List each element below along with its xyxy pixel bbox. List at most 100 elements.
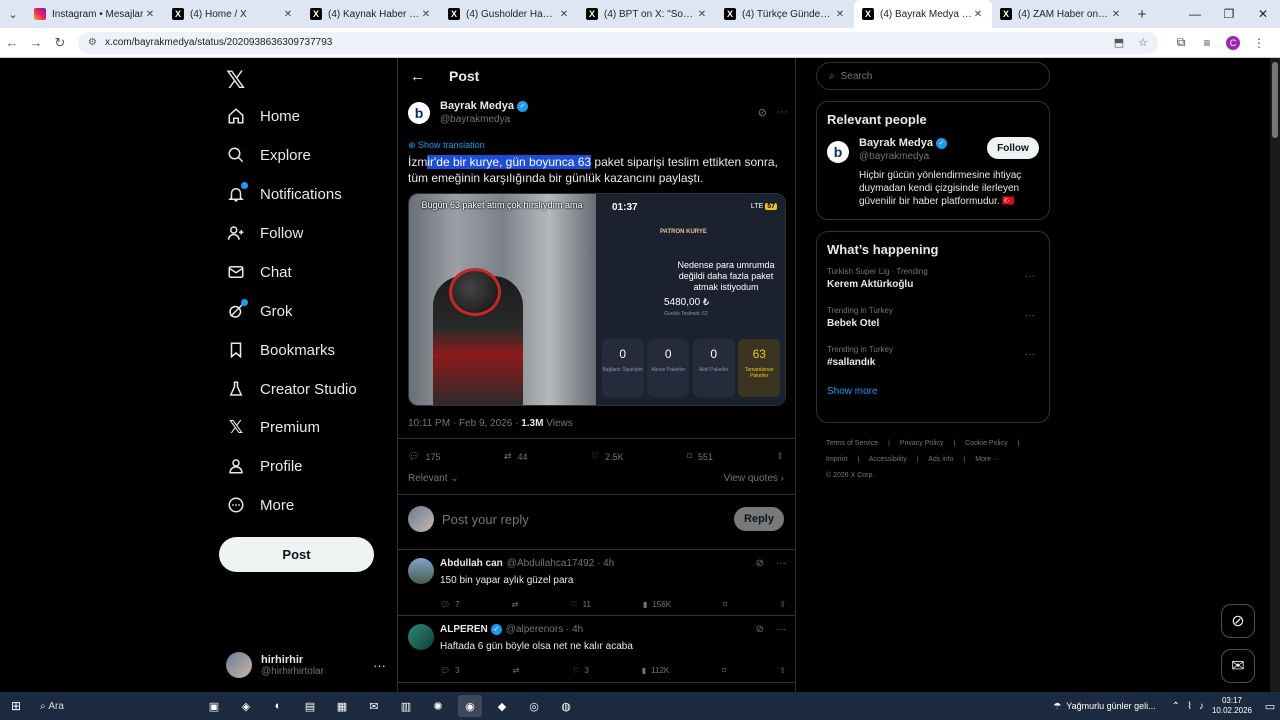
tab-kaynak[interactable]: X (4) Kaynak Haber on X: "S ✕ [302, 0, 440, 28]
profile-avatar[interactable]: C [1226, 35, 1240, 50]
reply-item[interactable]: ALPEREN ✓ @alperenors · 4h ⊘ ··· Haftada … [408, 624, 786, 675]
avatar[interactable]: b [827, 141, 849, 163]
scrollbar-thumb[interactable] [1272, 62, 1278, 138]
minimize-button[interactable]: — [1178, 7, 1212, 21]
view-quotes-link[interactable]: View quotes › [724, 473, 784, 484]
scrollbar[interactable] [1270, 58, 1280, 692]
volume-icon[interactable]: ♪ [1199, 701, 1204, 712]
nav-follow[interactable]: Follow [226, 217, 303, 249]
nav-more[interactable]: More [226, 489, 294, 521]
site-info-icon[interactable]: ⚙ [88, 37, 97, 48]
footer-link[interactable]: Privacy Policy [900, 440, 944, 447]
reload-button[interactable]: ↻ [48, 35, 72, 51]
tab-turkce-gundem[interactable]: X (4) Türkçe Gündem on X: ✕ [716, 0, 854, 28]
reply-handle[interactable]: @Abdullahca17492 · 4h [507, 558, 614, 569]
tab-search-button[interactable]: ⌄ [0, 0, 26, 28]
bookmark-action[interactable]: ⌑ [722, 666, 726, 675]
footer-link[interactable]: More ··· [975, 456, 1000, 463]
close-icon[interactable]: ✕ [834, 9, 846, 20]
x-logo-icon[interactable]: 𝕏 [226, 66, 245, 95]
post-media[interactable]: Bugün 63 paket atım çok hırslıydım ama 0… [408, 193, 786, 406]
clock[interactable]: 03:17 10.02.2026 [1212, 696, 1252, 716]
edge-icon[interactable]: ◐ [266, 695, 290, 717]
back-arrow-icon[interactable]: ← [410, 68, 425, 85]
app-screenshot[interactable]: 01:37 LTE 57 PATRON KURYE Nedense para u… [596, 194, 785, 405]
app-icon[interactable]: ▥ [394, 695, 418, 717]
views-action[interactable]: ▮ 112K [642, 666, 670, 675]
back-button[interactable]: ← [0, 35, 24, 50]
nav-explore[interactable]: Explore [226, 139, 311, 171]
weather-widget[interactable]: ☂ Yağmurlu günler geli... [1053, 701, 1155, 712]
grok-icon[interactable]: ⊘ [758, 106, 767, 119]
search-input[interactable]: ⌕ Search [816, 62, 1050, 90]
tab-gusholder[interactable]: X (4) Gusholder Haber Bülte ✕ [440, 0, 578, 28]
like-action[interactable]: ♡ 3 [572, 666, 589, 675]
more-icon[interactable]: ··· [776, 558, 786, 569]
share-action[interactable]: ⇪ [779, 666, 786, 675]
repost-action[interactable]: ⇄ [513, 666, 520, 675]
chevron-up-icon[interactable]: ⌃ [1172, 701, 1180, 712]
person-handle[interactable]: @bayrakmedya [859, 151, 987, 162]
close-icon[interactable]: ✕ [972, 9, 984, 20]
nav-home[interactable]: Home [226, 100, 300, 132]
author-handle[interactable]: @bayrakmedya [440, 114, 528, 125]
close-icon[interactable]: ✕ [558, 9, 570, 20]
new-tab-button[interactable]: + [1130, 6, 1154, 23]
grok-icon[interactable]: ⊘ [756, 558, 764, 569]
app-icon[interactable]: ◍ [554, 695, 578, 717]
footer-link[interactable]: Ads info [928, 456, 953, 463]
install-icon[interactable]: ⬒ [1114, 36, 1124, 49]
grok-fab[interactable]: ⊘ [1221, 604, 1255, 638]
more-icon[interactable]: ··· [373, 658, 386, 673]
close-icon[interactable]: ✕ [420, 9, 432, 20]
taskbar-search[interactable]: ⌕ Ara [32, 695, 196, 717]
tab-instagram[interactable]: Instagram • Mesajlar ✕ [26, 0, 164, 28]
app-icon[interactable]: ◆ [490, 695, 514, 717]
maximize-button[interactable]: ❐ [1212, 7, 1246, 21]
app-icon[interactable]: ✺ [426, 695, 450, 717]
reply-author[interactable]: ALPEREN [440, 624, 488, 635]
grok-icon[interactable]: ⊘ [756, 624, 764, 635]
more-icon[interactable]: ··· [1025, 310, 1035, 321]
url-field[interactable]: ⚙ x.com/bayrakmedya/status/2020938636309… [78, 31, 1158, 54]
avatar[interactable] [408, 558, 434, 584]
close-icon[interactable]: ✕ [696, 9, 708, 20]
post-time[interactable]: 10:11 PM · Feb 9, 2026 · [408, 418, 521, 429]
sort-dropdown[interactable]: Relevant ⌄ [408, 473, 459, 484]
footer-link[interactable]: Terms of Service [826, 440, 878, 447]
chrome-icon[interactable]: ◉ [458, 695, 482, 717]
forward-button[interactable]: → [24, 35, 48, 50]
reply-button[interactable]: Reply [734, 507, 784, 531]
reply-input[interactable]: Post your reply [442, 512, 734, 527]
nav-grok[interactable]: Grok [226, 295, 293, 327]
avatar[interactable] [408, 624, 434, 650]
star-icon[interactable]: ☆ [1138, 36, 1148, 49]
reply-action[interactable]: 💬︎ 7 [440, 600, 460, 609]
trend-item[interactable]: Turkish Super Lig · Trending Kerem Aktür… [827, 267, 1039, 290]
trend-item[interactable]: Trending in Turkey Bebek Otel ··· [827, 306, 1039, 329]
reply-action[interactable]: 💬︎ 175 [408, 451, 440, 462]
footer-link[interactable]: Imprint [826, 456, 847, 463]
reply-item[interactable]: Abdullah can @Abdullahca17492 · 4h ⊘ ··· … [408, 558, 786, 609]
more-icon[interactable]: ··· [776, 624, 786, 635]
outlook-icon[interactable]: ✉ [362, 695, 386, 717]
show-more-link[interactable]: Show more [827, 386, 1039, 397]
trend-item[interactable]: Trending in Turkey #sallandık ··· [827, 345, 1039, 368]
nav-creator-studio[interactable]: Creator Studio [226, 373, 357, 405]
discord-icon[interactable]: ◎ [522, 695, 546, 717]
reply-action[interactable]: 💬︎ 3 [440, 666, 460, 675]
more-icon[interactable]: ··· [777, 106, 788, 119]
chat-fab[interactable]: ✉ [1221, 649, 1255, 683]
more-icon[interactable]: ··· [1025, 271, 1035, 282]
media-icon[interactable]: ≡ [1194, 36, 1220, 50]
nav-profile[interactable]: Profile [226, 450, 303, 482]
tab-bpt[interactable]: X (4) BPT on X: "Soru: "Türk ✕ [578, 0, 716, 28]
close-window-button[interactable]: ✕ [1246, 7, 1280, 21]
copilot-icon[interactable]: ◈ [234, 695, 258, 717]
close-icon[interactable]: ✕ [144, 9, 156, 20]
views-action[interactable]: ▮ 156K [643, 600, 671, 609]
close-icon[interactable]: ✕ [1110, 9, 1122, 20]
network-icon[interactable]: ⌇ [1187, 701, 1192, 712]
reply-author[interactable]: Abdullah can [440, 558, 503, 569]
footer-link[interactable]: Cookie Policy [965, 440, 1007, 447]
